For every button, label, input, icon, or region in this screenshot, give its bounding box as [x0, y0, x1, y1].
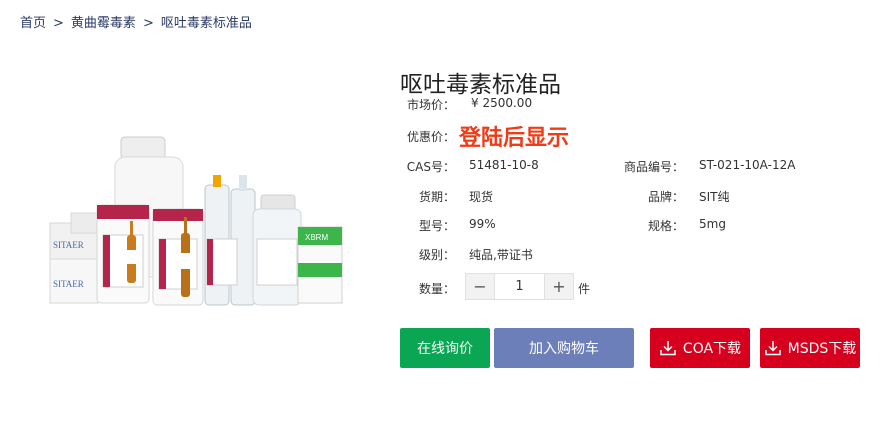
msds-download-button[interactable]: MSDS下载	[760, 328, 860, 368]
qty-unit: 件	[578, 282, 591, 296]
promo-price-value: 登陆后显示	[459, 126, 570, 151]
breadcrumb-category[interactable]: 黄曲霉毒素	[71, 16, 136, 31]
grade-label: 级别：	[418, 248, 455, 262]
brand-label: 品牌：	[647, 190, 684, 204]
quantity-stepper: − +	[465, 273, 574, 300]
download-icon	[660, 341, 676, 356]
add-to-cart-label: 加入购物车	[529, 341, 599, 357]
qty-minus-button[interactable]: −	[466, 274, 494, 299]
cas-value: 51481-10-8	[469, 158, 539, 172]
product-photo-icon: SITAER SITAER XBRM	[49, 136, 343, 306]
box-label-bottom: SITAER	[53, 279, 84, 289]
breadcrumb: 首页 > 黄曲霉毒素 > 呕吐毒素标准品	[20, 12, 252, 31]
add-to-cart-button[interactable]: 加入购物车	[494, 328, 634, 368]
grade-value: 纯品,带证书	[469, 248, 533, 262]
stock-label: 货期：	[418, 190, 455, 204]
market-price-label: 市场价：	[406, 98, 455, 112]
download-icon	[764, 341, 781, 356]
stock-value: 现货	[469, 190, 494, 204]
qty-input[interactable]	[494, 274, 545, 299]
breadcrumb-current[interactable]: 呕吐毒素标准品	[161, 16, 252, 31]
model-label: 型号：	[418, 219, 455, 233]
sku-value: ST-021-10A-12A	[699, 158, 796, 172]
breadcrumb-separator: >	[53, 16, 64, 31]
qty-plus-button[interactable]: +	[545, 274, 573, 299]
inquiry-button-label: 在线询价	[417, 341, 473, 357]
model-value: 99%	[469, 217, 496, 231]
spec-value: 5mg	[699, 217, 726, 231]
breadcrumb-home[interactable]: 首页	[20, 16, 46, 31]
market-price-value: ¥ 2500.00	[471, 96, 533, 110]
brand-value: SIT纯	[699, 190, 730, 204]
msds-download-label: MSDS下载	[787, 341, 857, 357]
box-label-top: SITAER	[53, 240, 84, 250]
inquiry-button[interactable]: 在线询价	[400, 328, 490, 368]
coa-download-label: COA下载	[682, 341, 742, 357]
spec-label: 规格：	[647, 219, 684, 233]
product-title: 呕吐毒素标准品	[400, 72, 561, 99]
sku-label: 商品编号：	[624, 160, 685, 174]
breadcrumb-separator: >	[142, 16, 154, 31]
box-label-xbrm: XBRM	[305, 233, 328, 242]
product-image: SITAER SITAER XBRM	[45, 135, 355, 310]
coa-download-button[interactable]: COA下载	[650, 328, 750, 368]
cas-label: CAS号：	[406, 160, 455, 174]
promo-price-label: 优惠价：	[406, 130, 455, 144]
qty-label: 数量：	[418, 282, 455, 296]
